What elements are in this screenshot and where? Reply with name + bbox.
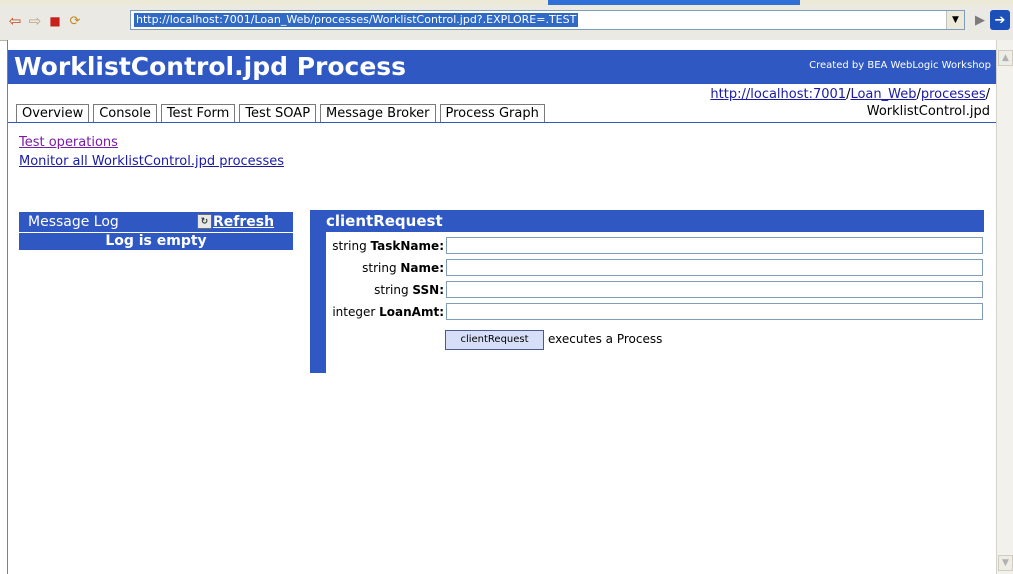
stop-icon[interactable]: ■ [46,12,64,30]
tab-console[interactable]: Console [93,104,157,123]
crumb-host-link[interactable]: http://localhost:7001 [710,87,846,102]
vertical-scrollbar[interactable]: ▲ ▼ [996,40,1013,574]
tab-underline [8,122,997,123]
test-operations-link[interactable]: Test operations [19,135,118,150]
log-empty-text: Log is empty [19,233,293,250]
breadcrumb: http://localhost:7001/Loan_Web/processes… [710,86,990,120]
go-icon[interactable]: ▶ [975,13,985,28]
field-row-name: string Name: [326,258,984,278]
message-log-header: Message Log ↻ Refresh [19,212,293,232]
monitor-processes-link[interactable]: Monitor all WorklistControl.jpd processe… [19,154,284,169]
address-text[interactable]: http://localhost:7001/Loan_Web/processes… [134,13,579,27]
name-input[interactable] [446,259,983,276]
loanamt-input[interactable] [446,303,983,320]
panel-side-bar [310,232,326,373]
field-label: string Name: [362,261,444,275]
client-request-header: clientRequest [310,210,984,232]
crumb-file: WorklistControl.jpd [866,104,990,119]
refresh-small-icon[interactable]: ↻ [197,214,212,229]
client-request-button[interactable]: clientRequest [445,330,544,350]
page-content: WorklistControl.jpd Process Created by B… [7,40,997,574]
client-request-title: clientRequest [326,212,443,230]
back-icon[interactable]: ⇦ [6,12,24,30]
scroll-up-icon[interactable]: ▲ [998,50,1013,66]
field-label: string TaskName: [332,239,444,253]
refresh-link[interactable]: Refresh [213,212,274,232]
field-row-loanamt: integer LoanAmt: [326,302,984,322]
field-label: string SSN: [374,283,444,297]
field-row-ssn: string SSN: [326,280,984,300]
refresh-icon[interactable]: ⟳ [66,12,84,30]
tab-test-form[interactable]: Test Form [160,104,236,123]
forward-icon[interactable]: ⇨ [26,12,44,30]
field-row-taskname: string TaskName: [326,236,984,256]
address-bar[interactable]: http://localhost:7001/Loan_Web/processes… [130,10,965,30]
crumb-sep: / [985,87,990,102]
tab-bar: Overview Console Test Form Test SOAP Mes… [16,104,549,123]
page-title: WorklistControl.jpd Process [14,52,407,81]
exit-icon[interactable]: ➔ [990,10,1010,30]
browser-toolbar: ⇦ ⇨ ■ ⟳ http://localhost:7001/Loan_Web/p… [0,0,1013,41]
crumb-folder-link[interactable]: processes [921,87,986,102]
tab-message-broker[interactable]: Message Broker [320,104,436,123]
crumb-app-link[interactable]: Loan_Web [850,87,916,102]
executes-note: executes a Process [548,332,663,346]
chevron-down-icon[interactable]: ▼ [946,11,964,29]
credit-text: Created by BEA WebLogic Workshop [809,60,991,71]
client-request-panel: clientRequest string TaskName: string Na… [310,210,984,373]
field-label: integer LoanAmt: [332,305,444,319]
window-top-strip [0,0,1013,6]
tab-process-graph[interactable]: Process Graph [439,104,545,123]
title-banner: WorklistControl.jpd Process Created by B… [8,50,997,84]
taskname-input[interactable] [446,237,983,254]
ssn-input[interactable] [446,281,983,298]
message-log-title: Message Log [28,214,119,230]
scroll-down-icon[interactable]: ▼ [998,555,1013,571]
tab-overview[interactable]: Overview [16,104,90,123]
tab-test-soap[interactable]: Test SOAP [239,104,317,123]
